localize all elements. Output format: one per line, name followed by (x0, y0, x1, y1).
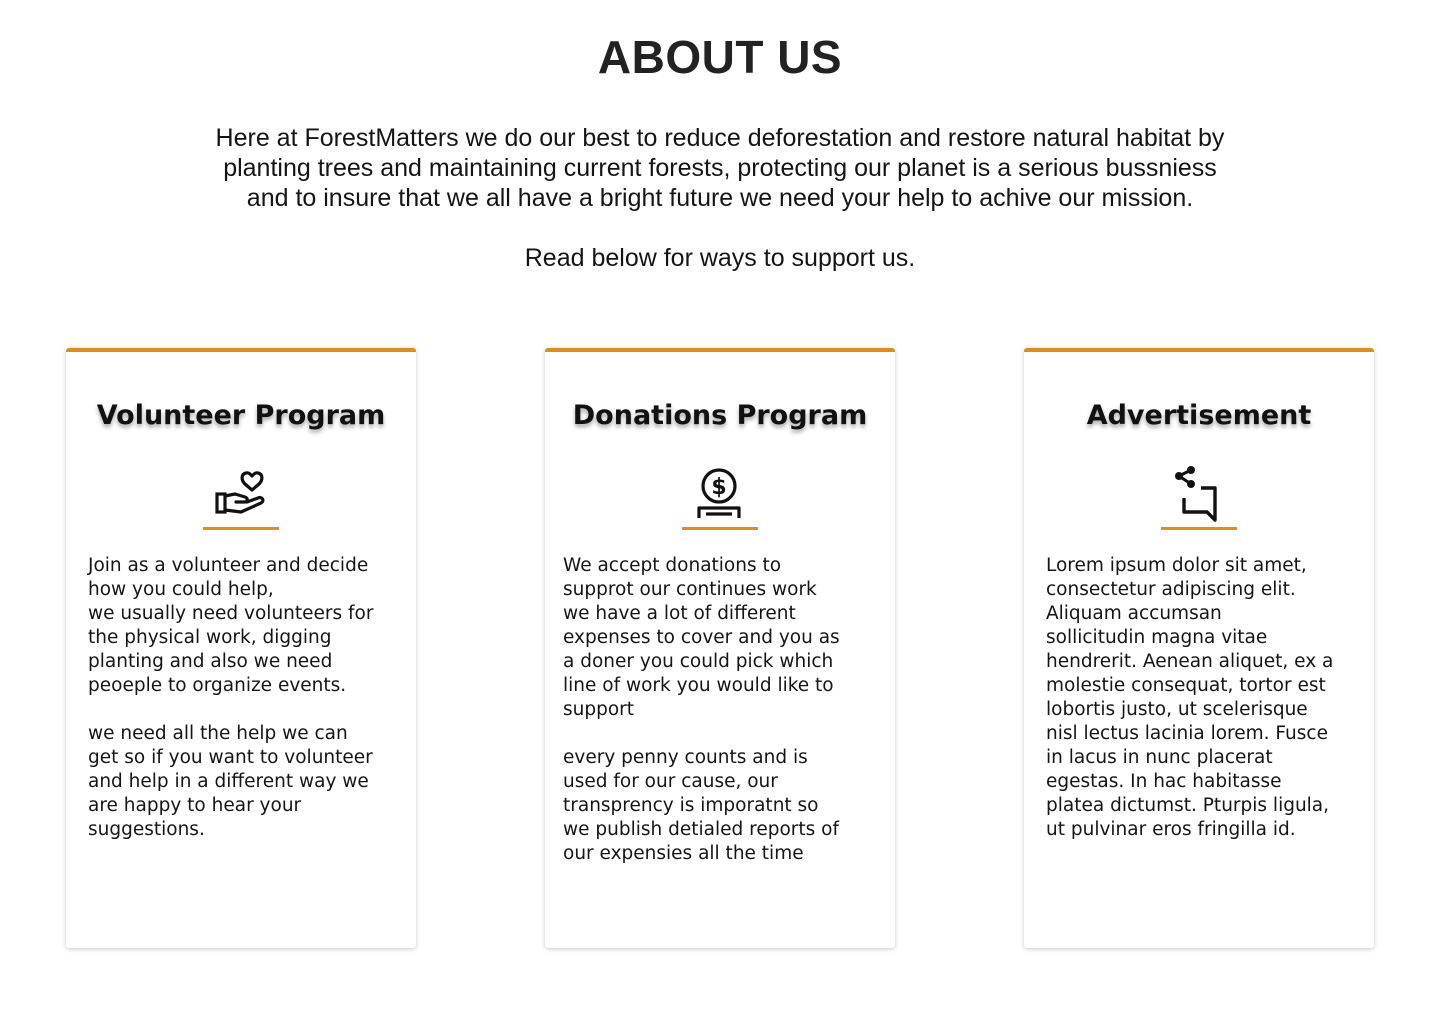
card-body: We accept donations to supprot our conti… (563, 555, 840, 864)
card-title: Advertisement (1086, 400, 1312, 431)
about-us-page: ABOUT US Here at ForestMatters we do our… (0, 0, 1440, 1024)
share-message-icon (1169, 464, 1229, 524)
card-title: Donations Program (572, 400, 868, 431)
intro-paragraph: Here at ForestMatters we do our best to … (215, 124, 1225, 212)
card-body: Lorem ipsum dolor sit amet, consectetur … (1046, 555, 1334, 840)
card-title: Volunteer Program (96, 400, 386, 431)
donations-program-card: Donations Program $ We accept donations … (545, 348, 895, 948)
coin-dollar-icon: $ (690, 464, 750, 524)
volunteer-program-card: Volunteer Program Join as a volunteer an… (66, 348, 416, 948)
card-accent-underline (682, 527, 758, 530)
card-accent-underline (1161, 527, 1237, 530)
card-accent-underline (203, 527, 279, 530)
hand-heart-icon (211, 464, 271, 524)
advertisement-card: Advertisement Lorem ipsum dolor sit amet… (1024, 348, 1374, 948)
support-line: Read below for ways to support us. (524, 244, 916, 272)
page-title: ABOUT US (597, 31, 843, 83)
card-body: Join as a volunteer and decide how you c… (88, 555, 374, 840)
svg-text:$: $ (711, 475, 726, 500)
